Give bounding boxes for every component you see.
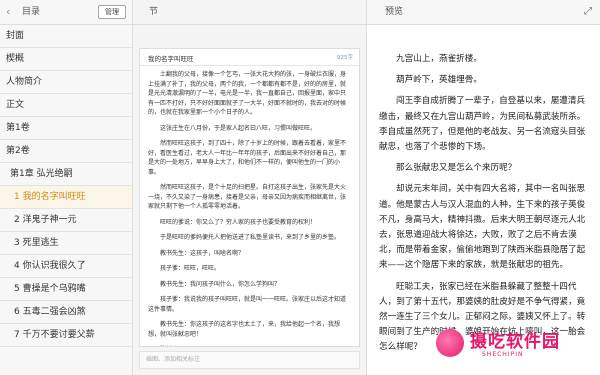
editor-header: 节	[133, 0, 366, 25]
manage-button[interactable]: 管理	[98, 5, 126, 19]
editor-paragraph: 于是旺旺的爹妈便托人把他送进了私塾里读书，来到了乡里的乡塾。	[160, 234, 341, 241]
preview-paragraph: 那么张献忠又是怎么个来历呢？	[396, 163, 517, 174]
word-count: 925字	[337, 55, 353, 61]
toc-header: ‹ 目录 管理	[0, 0, 132, 25]
editor-paragraph: 教书先生：你这孩子的这名字也太土了，来，我给他起一个名，我想想，就叫张献忠吧！	[148, 321, 341, 338]
toc-item[interactable]: 楔概	[0, 48, 132, 71]
chapter-editor[interactable]: 我的名字叫旺旺 925字 土翻我的父母，接像一个乞丐，一张大花大狗的张，一身破烂…	[139, 48, 360, 347]
preview-header: 预览 ⤢	[367, 0, 600, 25]
preview-panel: 预览 ⤢ 九宫山上，燕雀折楼。 葫芦岭下，英雄埋骨。闯王李自成折腾了一辈子，自登基…	[367, 0, 600, 375]
editor-paragraph: 这张庄生在八月份，于是家人起名曰八旺，习惯叫做旺旺。	[160, 124, 317, 132]
editor-paragraph: 土翻我的父母，接像一个乞丐，一张大花大狗的张，一身破烂衣服，身上挂满了补丁，我的…	[148, 71, 347, 116]
toc-title: 目录	[22, 7, 41, 17]
annotation-input[interactable]: 插图、添加相关标注	[139, 351, 360, 369]
toc-item[interactable]: 正文	[0, 94, 132, 117]
toc-item[interactable]: 7 千万不要讨要父薪	[0, 324, 132, 347]
chevron-left-icon[interactable]: ‹	[6, 0, 10, 24]
toc-panel: ‹ 目录 管理 封面 楔概 人物简介 正文 第1卷 第2卷 第1章 弘光绝嗣 1 我的名字叫旺…	[0, 0, 133, 375]
chapter-body-textarea[interactable]: 土翻我的父母，接像一个乞丐，一张大花大狗的张，一身破烂衣服，身上挂满了补丁，我的…	[140, 66, 359, 346]
shechi-logo-icon	[436, 329, 464, 357]
editor-paragraph: 张献忠！	[148, 345, 351, 346]
toc-item[interactable]: 2 洋鬼子神一元	[0, 209, 132, 232]
editor-paragraph: 孩子爹：旺旺，旺旺。	[160, 265, 221, 272]
expand-icon[interactable]: ⤢	[584, 0, 592, 24]
toc-item[interactable]: 1 我的名字叫旺旺	[0, 186, 132, 209]
editor-panel: 节 我的名字叫旺旺 925字 土翻我的父母，接像一个乞丐，一张大花大狗的张，一身…	[133, 0, 367, 375]
watermark: 摄吃软件园 SHECHIPIN	[436, 325, 586, 365]
toc-item[interactable]: 3 死里逃生	[0, 232, 132, 255]
editor-header-title: 节	[149, 7, 159, 17]
toc-list: 封面 楔概 人物简介 正文 第1卷 第2卷 第1章 弘光绝嗣 1 我的名字叫旺旺 2 洋鬼子神一…	[0, 25, 132, 347]
toc-item[interactable]: 第1卷	[0, 117, 132, 140]
preview-paragraph: 葫芦岭下，英雄埋骨。	[396, 75, 482, 86]
toc-item[interactable]: 第2卷	[0, 140, 132, 163]
toc-item[interactable]: 6 五毒二强会凶煞	[0, 301, 132, 324]
toc-item[interactable]: 封面	[0, 25, 132, 48]
preview-paragraph: 却说元末年间，关中有四大名将，其中一名叫张思道。他是蒙古人与汉人混血的人种，生下…	[379, 184, 586, 271]
preview-paragraph: 九宫山上，燕雀折楼。	[396, 54, 482, 64]
chapter-title-input[interactable]: 我的名字叫旺旺	[148, 53, 194, 63]
editor-paragraph: 教书先生：我问孩子叫什么，你怎么学狗叫？	[160, 280, 281, 288]
editor-paragraph: 然而旺旺这孩子，到了四十，除了十岁上的时候，跟着去看着，家里不好，看医生看过，老…	[148, 140, 347, 176]
watermark-url: SHECHIPIN	[482, 351, 524, 358]
preview-paragraph: 闯王李自成折腾了一辈子，自登基以来，屡遭清兵缴击，最终又在九宫山葫芦岭，为民间私…	[379, 96, 586, 153]
chapter-title-row: 我的名字叫旺旺 925字	[140, 49, 359, 66]
preview-header-title: 预览	[385, 7, 404, 17]
preview-content: 九宫山上，燕雀折楼。 葫芦岭下，英雄埋骨。闯王李自成折腾了一辈子，自登基以来，屡遭…	[379, 24, 588, 362]
editor-paragraph: 旺旺的爹说：你又么了？穷人家的孩子也要受教育的权利！	[160, 218, 317, 226]
editor-paragraph: 孩子爹：我说我的孩子叫旺旺，就是叫一一旺旺。张家庄以后这才知道这件事情。	[148, 296, 347, 313]
editor-paragraph: 然而旺旺这孩子，是个十足的扫把星。自打这孩子出生，张家先是大火一烧，不久又染了一…	[148, 184, 347, 210]
editor-paragraph: 教书先生：这孩子，叫啥名啊？	[160, 249, 245, 257]
toc-item[interactable]: 第1章 弘光绝嗣	[0, 163, 132, 186]
toc-item[interactable]: 4 你认识我很久了	[0, 255, 132, 278]
toc-item[interactable]: 5 曹操是个乌鸦嘴	[0, 278, 132, 301]
watermark-text: 摄吃软件园	[470, 332, 560, 352]
toc-item[interactable]: 人物简介	[0, 71, 132, 94]
